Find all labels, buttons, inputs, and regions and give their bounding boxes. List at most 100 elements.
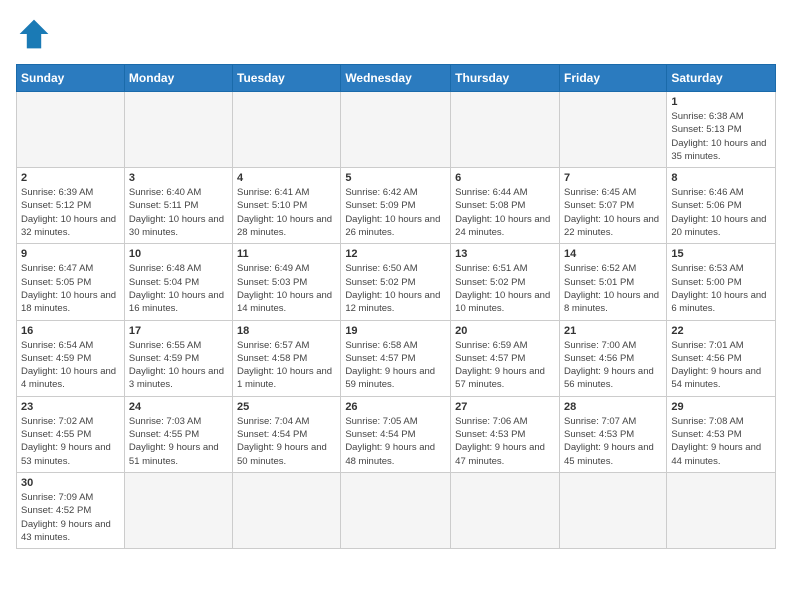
calendar-cell	[559, 472, 666, 548]
day-info: Sunrise: 7:03 AM Sunset: 4:55 PM Dayligh…	[129, 415, 228, 468]
weekday-header: Saturday	[667, 65, 776, 92]
day-number: 4	[237, 172, 336, 184]
day-number: 1	[671, 96, 771, 108]
day-number: 2	[21, 172, 120, 184]
calendar-cell: 2 Sunrise: 6:39 AM Sunset: 5:12 PM Daylig…	[17, 168, 125, 244]
day-number: 9	[21, 248, 120, 260]
calendar-cell: 28 Sunrise: 7:07 AM Sunset: 4:53 PM Dayli…	[559, 396, 666, 472]
day-number: 11	[237, 248, 336, 260]
calendar-cell: 10 Sunrise: 6:48 AM Sunset: 5:04 PM Dayli…	[124, 244, 232, 320]
day-info: Sunrise: 6:47 AM Sunset: 5:05 PM Dayligh…	[21, 262, 120, 315]
weekday-header: Tuesday	[233, 65, 341, 92]
calendar-cell: 13Sunrise: 6:51 AM Sunset: 5:02 PM Dayli…	[451, 244, 560, 320]
day-info: Sunrise: 6:42 AM Sunset: 5:09 PM Dayligh…	[345, 186, 446, 239]
day-info: Sunrise: 7:09 AM Sunset: 4:52 PM Dayligh…	[21, 491, 120, 544]
day-info: Sunrise: 6:46 AM Sunset: 5:06 PM Dayligh…	[671, 186, 771, 239]
calendar-week-row: 2 Sunrise: 6:39 AM Sunset: 5:12 PM Daylig…	[17, 168, 776, 244]
calendar-cell: 14 Sunrise: 6:52 AM Sunset: 5:01 PM Dayli…	[559, 244, 666, 320]
day-info: Sunrise: 6:51 AM Sunset: 5:02 PM Dayligh…	[455, 262, 555, 315]
calendar-cell: 26Sunrise: 7:05 AM Sunset: 4:54 PM Dayli…	[341, 396, 451, 472]
calendar-cell: 1 Sunrise: 6:38 AM Sunset: 5:13 PM Daylig…	[667, 92, 776, 168]
day-number: 10	[129, 248, 228, 260]
calendar-cell: 8 Sunrise: 6:46 AM Sunset: 5:06 PM Daylig…	[667, 168, 776, 244]
day-number: 24	[129, 401, 228, 413]
calendar-cell: 24 Sunrise: 7:03 AM Sunset: 4:55 PM Dayli…	[124, 396, 232, 472]
calendar-cell: 11 Sunrise: 6:49 AM Sunset: 5:03 PM Dayli…	[233, 244, 341, 320]
weekday-header: Sunday	[17, 65, 125, 92]
day-number: 15	[671, 248, 771, 260]
day-info: Sunrise: 6:48 AM Sunset: 5:04 PM Dayligh…	[129, 262, 228, 315]
calendar-cell: 17 Sunrise: 6:55 AM Sunset: 4:59 PM Dayli…	[124, 320, 232, 396]
calendar-cell: 3 Sunrise: 6:40 AM Sunset: 5:11 PM Daylig…	[124, 168, 232, 244]
day-number: 22	[671, 325, 771, 337]
day-number: 28	[564, 401, 662, 413]
day-info: Sunrise: 6:53 AM Sunset: 5:00 PM Dayligh…	[671, 262, 771, 315]
day-number: 19	[345, 325, 446, 337]
day-info: Sunrise: 7:06 AM Sunset: 4:53 PM Dayligh…	[455, 415, 555, 468]
calendar-cell	[233, 92, 341, 168]
calendar-cell: 30Sunrise: 7:09 AM Sunset: 4:52 PM Dayli…	[17, 472, 125, 548]
day-info: Sunrise: 6:50 AM Sunset: 5:02 PM Dayligh…	[345, 262, 446, 315]
day-info: Sunrise: 7:07 AM Sunset: 4:53 PM Dayligh…	[564, 415, 662, 468]
day-info: Sunrise: 6:52 AM Sunset: 5:01 PM Dayligh…	[564, 262, 662, 315]
calendar-cell	[341, 472, 451, 548]
weekday-header: Friday	[559, 65, 666, 92]
day-info: Sunrise: 7:08 AM Sunset: 4:53 PM Dayligh…	[671, 415, 771, 468]
day-info: Sunrise: 6:59 AM Sunset: 4:57 PM Dayligh…	[455, 339, 555, 392]
calendar-cell	[667, 472, 776, 548]
calendar-cell: 23Sunrise: 7:02 AM Sunset: 4:55 PM Dayli…	[17, 396, 125, 472]
calendar-cell: 7Sunrise: 6:45 AM Sunset: 5:07 PM Daylig…	[559, 168, 666, 244]
calendar-cell	[559, 92, 666, 168]
calendar-cell	[341, 92, 451, 168]
day-info: Sunrise: 6:41 AM Sunset: 5:10 PM Dayligh…	[237, 186, 336, 239]
calendar-cell: 4 Sunrise: 6:41 AM Sunset: 5:10 PM Daylig…	[233, 168, 341, 244]
day-number: 3	[129, 172, 228, 184]
day-number: 17	[129, 325, 228, 337]
day-info: Sunrise: 6:55 AM Sunset: 4:59 PM Dayligh…	[129, 339, 228, 392]
calendar-cell	[451, 472, 560, 548]
day-number: 25	[237, 401, 336, 413]
weekday-header-row: SundayMondayTuesdayWednesdayThursdayFrid…	[17, 65, 776, 92]
day-info: Sunrise: 7:00 AM Sunset: 4:56 PM Dayligh…	[564, 339, 662, 392]
day-info: Sunrise: 7:02 AM Sunset: 4:55 PM Dayligh…	[21, 415, 120, 468]
calendar-week-row: 1 Sunrise: 6:38 AM Sunset: 5:13 PM Daylig…	[17, 92, 776, 168]
day-info: Sunrise: 6:39 AM Sunset: 5:12 PM Dayligh…	[21, 186, 120, 239]
calendar-cell: 27 Sunrise: 7:06 AM Sunset: 4:53 PM Dayli…	[451, 396, 560, 472]
calendar-cell: 21 Sunrise: 7:00 AM Sunset: 4:56 PM Dayli…	[559, 320, 666, 396]
day-info: Sunrise: 7:01 AM Sunset: 4:56 PM Dayligh…	[671, 339, 771, 392]
day-info: Sunrise: 6:40 AM Sunset: 5:11 PM Dayligh…	[129, 186, 228, 239]
day-info: Sunrise: 6:54 AM Sunset: 4:59 PM Dayligh…	[21, 339, 120, 392]
day-number: 6	[455, 172, 555, 184]
day-number: 16	[21, 325, 120, 337]
calendar-cell: 12 Sunrise: 6:50 AM Sunset: 5:02 PM Dayli…	[341, 244, 451, 320]
day-info: Sunrise: 6:49 AM Sunset: 5:03 PM Dayligh…	[237, 262, 336, 315]
day-info: Sunrise: 6:38 AM Sunset: 5:13 PM Dayligh…	[671, 110, 771, 163]
day-number: 7	[564, 172, 662, 184]
weekday-header: Thursday	[451, 65, 560, 92]
calendar-cell: 20 Sunrise: 6:59 AM Sunset: 4:57 PM Dayli…	[451, 320, 560, 396]
day-number: 27	[455, 401, 555, 413]
calendar-cell: 29 Sunrise: 7:08 AM Sunset: 4:53 PM Dayli…	[667, 396, 776, 472]
calendar-cell: 18 Sunrise: 6:57 AM Sunset: 4:58 PM Dayli…	[233, 320, 341, 396]
calendar-cell	[451, 92, 560, 168]
page-header	[16, 16, 776, 52]
day-number: 29	[671, 401, 771, 413]
day-number: 18	[237, 325, 336, 337]
calendar-cell	[124, 92, 232, 168]
calendar-cell: 5Sunrise: 6:42 AM Sunset: 5:09 PM Daylig…	[341, 168, 451, 244]
calendar-cell: 22 Sunrise: 7:01 AM Sunset: 4:56 PM Dayli…	[667, 320, 776, 396]
calendar-cell	[17, 92, 125, 168]
calendar-cell: 25Sunrise: 7:04 AM Sunset: 4:54 PM Dayli…	[233, 396, 341, 472]
day-number: 12	[345, 248, 446, 260]
calendar-cell: 6Sunrise: 6:44 AM Sunset: 5:08 PM Daylig…	[451, 168, 560, 244]
day-number: 8	[671, 172, 771, 184]
day-info: Sunrise: 6:57 AM Sunset: 4:58 PM Dayligh…	[237, 339, 336, 392]
calendar-week-row: 16 Sunrise: 6:54 AM Sunset: 4:59 PM Dayli…	[17, 320, 776, 396]
day-number: 21	[564, 325, 662, 337]
day-number: 14	[564, 248, 662, 260]
calendar-week-row: 30Sunrise: 7:09 AM Sunset: 4:52 PM Dayli…	[17, 472, 776, 548]
calendar: SundayMondayTuesdayWednesdayThursdayFrid…	[16, 64, 776, 549]
day-number: 20	[455, 325, 555, 337]
calendar-week-row: 9 Sunrise: 6:47 AM Sunset: 5:05 PM Daylig…	[17, 244, 776, 320]
calendar-week-row: 23Sunrise: 7:02 AM Sunset: 4:55 PM Dayli…	[17, 396, 776, 472]
